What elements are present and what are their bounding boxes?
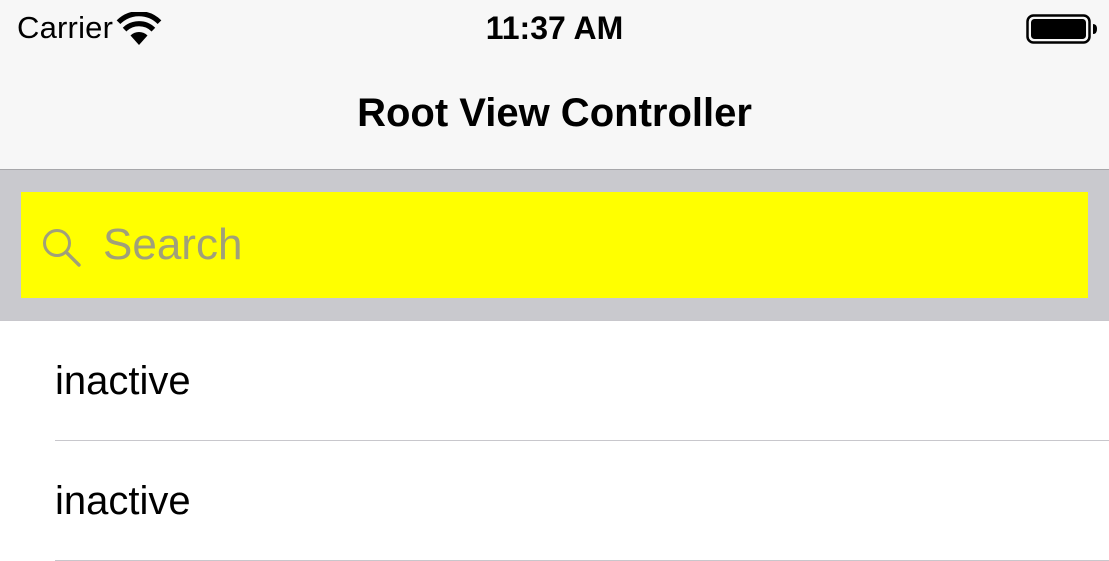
table-view: inactive inactive (0, 321, 1109, 561)
search-icon (43, 229, 81, 267)
table-row[interactable]: inactive (0, 441, 1109, 561)
status-time: 11:37 AM (485, 10, 624, 46)
row-label: inactive (55, 359, 191, 403)
nav-title: Root View Controller (357, 91, 752, 135)
row-label: inactive (55, 479, 191, 523)
search-input[interactable] (103, 192, 1063, 298)
table-row[interactable]: inactive (0, 321, 1109, 441)
search-field[interactable]: Search (21, 192, 1088, 298)
search-bar: Search (0, 170, 1109, 320)
navigation-area: Carrier 11:37 AM Root View Controller (0, 0, 1109, 170)
battery-full-icon (1026, 14, 1097, 44)
status-bar: Carrier 11:37 AM (0, 0, 1109, 58)
